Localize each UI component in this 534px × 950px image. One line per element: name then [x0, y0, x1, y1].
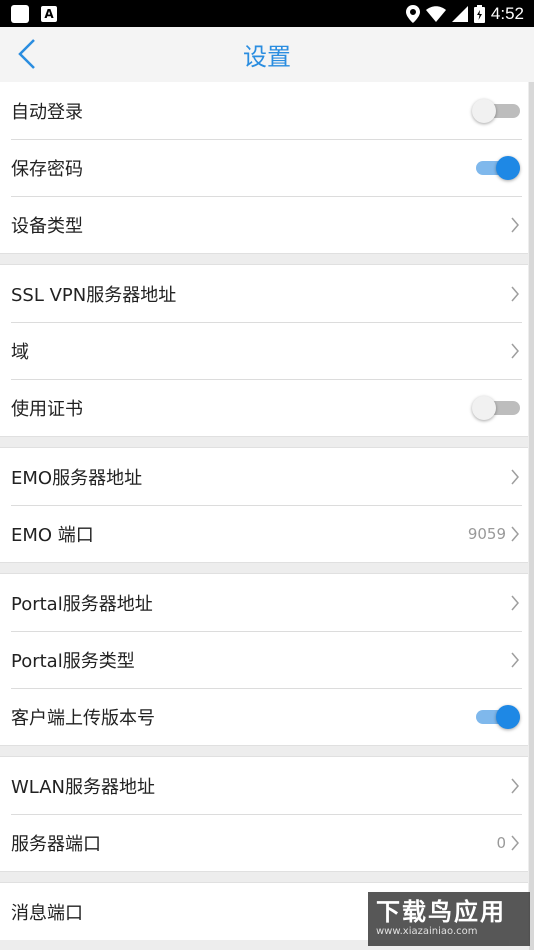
- chevron-right-icon: [511, 652, 519, 667]
- setting-value: 0: [496, 833, 506, 852]
- setting-label: 设备类型: [11, 215, 83, 237]
- settings-row[interactable]: 域: [0, 322, 528, 379]
- toggle-switch[interactable]: [472, 98, 520, 123]
- settings-row[interactable]: EMO 端口 9059: [0, 505, 528, 562]
- group-separator: [0, 253, 528, 265]
- group-separator: [0, 562, 528, 574]
- setting-label: SSL VPN服务器地址: [11, 284, 177, 306]
- setting-label: Portal服务器地址: [11, 593, 153, 615]
- settings-row[interactable]: 保存密码: [0, 139, 528, 196]
- settings-row[interactable]: 使用证书: [0, 379, 528, 436]
- setting-label: Portal服务类型: [11, 650, 135, 672]
- chevron-right-icon: [511, 526, 519, 541]
- settings-row[interactable]: SSL VPN服务器地址: [0, 265, 528, 322]
- chevron-right-icon: [511, 343, 519, 358]
- watermark-url: www.xiazainiao.com: [376, 926, 478, 937]
- settings-row[interactable]: WLAN服务器地址: [0, 757, 528, 814]
- wifi-icon: [425, 5, 446, 22]
- settings-row[interactable]: 自动登录: [0, 82, 528, 139]
- status-time: 4:52: [490, 3, 524, 23]
- settings-list: 自动登录 保存密码 设备类型 SSL VPN服务器地址域使用证书 EMO服务器地址 EMO…: [0, 82, 528, 940]
- settings-row[interactable]: Portal服务类型: [0, 631, 528, 688]
- setting-value: 9059: [467, 524, 506, 543]
- setting-label: WLAN服务器地址: [11, 776, 156, 798]
- chevron-right-icon: [511, 595, 519, 610]
- toggle-switch[interactable]: [472, 395, 520, 420]
- group-separator: [0, 871, 528, 883]
- location-icon: [405, 4, 420, 23]
- back-arrow-icon[interactable]: [14, 37, 44, 71]
- group-separator: [0, 745, 528, 757]
- setting-label: 保存密码: [11, 158, 83, 180]
- setting-label: 使用证书: [11, 398, 83, 420]
- settings-row[interactable]: 客户端上传版本号: [0, 688, 528, 745]
- toggle-switch[interactable]: [472, 155, 520, 180]
- status-bar: A 4:52: [0, 0, 534, 27]
- group-separator: [0, 436, 528, 448]
- setting-label: 自动登录: [11, 101, 83, 123]
- watermark: 下载鸟应用 www.xiazainiao.com: [368, 892, 530, 946]
- toggle-knob: [496, 704, 520, 729]
- settings-row[interactable]: 设备类型: [0, 196, 528, 253]
- toggle-switch[interactable]: [472, 704, 520, 729]
- setting-label: EMO 端口: [11, 524, 94, 546]
- settings-group: WLAN服务器地址 服务器端口 0: [0, 757, 528, 871]
- notification-icon: [11, 4, 29, 23]
- settings-row[interactable]: Portal服务器地址: [0, 574, 528, 631]
- toggle-knob: [472, 98, 496, 123]
- settings-row[interactable]: EMO服务器地址: [0, 448, 528, 505]
- toggle-knob: [472, 395, 496, 420]
- chevron-right-icon: [511, 778, 519, 793]
- settings-group: EMO服务器地址 EMO 端口 9059: [0, 448, 528, 562]
- scrollbar[interactable]: [529, 82, 534, 950]
- page-title: 设置: [243, 43, 291, 71]
- app-notification-icon: A: [41, 5, 57, 22]
- chevron-right-icon: [511, 469, 519, 484]
- chevron-right-icon: [511, 217, 519, 232]
- chevron-right-icon: [511, 835, 519, 850]
- setting-label: EMO服务器地址: [11, 467, 143, 489]
- settings-group: Portal服务器地址 Portal服务类型 客户端上传版本号: [0, 574, 528, 745]
- settings-group: SSL VPN服务器地址域使用证书: [0, 265, 528, 436]
- battery-icon: [473, 4, 485, 23]
- settings-row[interactable]: 服务器端口 0: [0, 814, 528, 871]
- watermark-title: 下载鸟应用: [376, 898, 506, 926]
- setting-label: 客户端上传版本号: [11, 707, 155, 729]
- toggle-knob: [496, 155, 520, 180]
- setting-label: 服务器端口: [11, 833, 101, 855]
- settings-group: 自动登录保存密码设备类型: [0, 82, 528, 253]
- setting-label: 域: [11, 341, 29, 363]
- signal-icon: [451, 5, 468, 22]
- chevron-right-icon: [511, 286, 519, 301]
- app-header: 设置: [0, 27, 534, 82]
